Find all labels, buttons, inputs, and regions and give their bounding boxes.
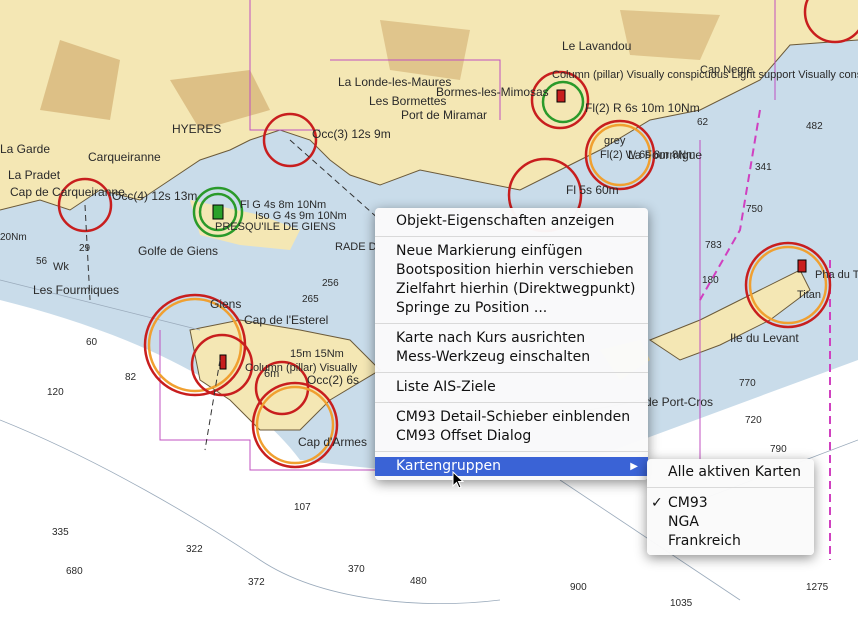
- sounding: 56: [36, 256, 48, 267]
- menu-item-cm93-detail[interactable]: CM93 Detail-Schieber einblenden: [375, 408, 648, 427]
- menu-separator: [375, 402, 648, 403]
- place-label: Pha du T: [815, 269, 858, 281]
- place-label: Golfe de Giens: [138, 244, 218, 258]
- place-label: La Londe-les-Maures: [338, 75, 451, 89]
- submenu-arrow-icon: ▶: [630, 461, 638, 472]
- place-label: Ile du Levant: [730, 331, 799, 345]
- submenu-item-frankreich[interactable]: Frankreich: [647, 532, 814, 551]
- menu-separator: [375, 323, 648, 324]
- sounding: 180: [702, 275, 719, 286]
- sounding: 372: [248, 577, 265, 588]
- light-label: Fl(2) W 6s 8m 8Nm: [600, 149, 695, 161]
- menu-item-move-boat[interactable]: Bootsposition hierhin verschieben: [375, 261, 648, 280]
- checkmark-icon: ✓: [651, 495, 663, 511]
- sounding: 20Nm: [0, 232, 27, 243]
- light-label: Fl(2) R 6s 10m 10Nm: [585, 101, 700, 115]
- sounding: 770: [739, 378, 756, 389]
- light-label: Occ(2) 6s: [307, 373, 359, 387]
- place-label: Cap de l'Esterel: [244, 313, 328, 327]
- context-menu: Objekt-Eigenschaften anzeigen Neue Marki…: [375, 208, 648, 480]
- menu-item-chart-groups-label: Kartengruppen: [396, 458, 502, 474]
- light-label: 6m: [264, 368, 279, 380]
- sounding: 480: [410, 576, 427, 587]
- menu-item-jump-position[interactable]: Springe zu Position ...: [375, 299, 648, 318]
- submenu-item-nga[interactable]: NGA: [647, 513, 814, 532]
- place-label: Le Lavandou: [562, 39, 631, 53]
- sounding: 62: [697, 117, 709, 128]
- sounding: 107: [294, 502, 311, 513]
- place-label: Les Fourmiques: [33, 283, 119, 297]
- sounding: 482: [806, 121, 823, 132]
- place-label: Bormes-les-Mimosas: [436, 85, 549, 99]
- submenu-item-all-charts[interactable]: Alle aktiven Karten: [647, 463, 814, 482]
- place-label: Giens: [210, 297, 241, 311]
- light-label: Fl 5s 60m: [566, 183, 619, 197]
- light-label: Iso G 4s 9m 10Nm: [255, 210, 347, 222]
- place-label: La Garde: [0, 142, 50, 156]
- sounding: 335: [52, 527, 69, 538]
- sounding: 750: [746, 204, 763, 215]
- light-label: Column (pillar) Visually conspicuous Lig…: [552, 69, 858, 81]
- sounding: 82: [125, 372, 137, 383]
- sounding: 322: [186, 544, 203, 555]
- menu-separator: [375, 451, 648, 452]
- menu-item-object-properties[interactable]: Objekt-Eigenschaften anzeigen: [375, 212, 648, 231]
- submenu-item-cm93[interactable]: ✓ CM93: [647, 494, 814, 513]
- place-label: HYERES: [172, 122, 221, 136]
- menu-separator: [647, 487, 814, 488]
- place-label: Cap d'Armes: [298, 435, 367, 449]
- sounding: 256: [322, 278, 339, 289]
- place-label: RADE D: [335, 241, 377, 253]
- mouse-cursor-icon: [452, 471, 464, 489]
- menu-separator: [375, 372, 648, 373]
- place-label: de Port-Cros: [645, 395, 713, 409]
- light-label: grey: [604, 135, 626, 147]
- menu-item-goto-waypoint[interactable]: Zielfahrt hierhin (Direktwegpunkt): [375, 280, 648, 299]
- menu-item-cm93-offset[interactable]: CM93 Offset Dialog: [375, 427, 648, 446]
- menu-item-new-mark[interactable]: Neue Markierung einfügen: [375, 242, 648, 261]
- place-label: Carqueiranne: [88, 150, 161, 164]
- sounding: 29: [79, 243, 91, 254]
- place-label: Cap de Carqueiranne: [10, 185, 125, 199]
- place-label: Port de Miramar: [401, 108, 487, 122]
- menu-separator: [375, 236, 648, 237]
- submenu-item-label: CM93: [668, 495, 708, 511]
- light-label: Occ(3) 12s 9m: [312, 127, 391, 141]
- menu-item-course-up[interactable]: Karte nach Kurs ausrichten: [375, 329, 648, 348]
- light-label: 15m 15Nm: [290, 348, 344, 360]
- sounding: 370: [348, 564, 365, 575]
- sounding: 680: [66, 566, 83, 577]
- menu-item-chart-groups[interactable]: Kartengruppen ▶: [375, 457, 648, 476]
- sounding: 341: [755, 162, 772, 173]
- sounding: 720: [745, 415, 762, 426]
- sounding: 60: [86, 337, 98, 348]
- sounding: 900: [570, 582, 587, 593]
- sounding: 120: [47, 387, 64, 398]
- sounding: 1035: [670, 598, 693, 609]
- place-label: PRESQU'ILE DE GIENS: [215, 221, 336, 233]
- menu-item-measure-tool[interactable]: Mess-Werkzeug einschalten: [375, 348, 648, 367]
- light-label: Occ(4) 12s 13m: [112, 189, 197, 203]
- place-label: Les Bormettes: [369, 94, 446, 108]
- sounding: 783: [705, 240, 722, 251]
- place-label: Titan: [797, 289, 821, 301]
- menu-item-ais-list[interactable]: Liste AIS-Ziele: [375, 378, 648, 397]
- sounding: 790: [770, 444, 787, 455]
- sounding: 265: [302, 294, 319, 305]
- light-label: Column (pillar) Visually: [245, 362, 358, 374]
- place-label: La Pradet: [8, 168, 61, 182]
- chart-groups-submenu: Alle aktiven Karten ✓ CM93 NGA Frankreic…: [647, 459, 814, 555]
- sounding: 1275: [806, 582, 829, 593]
- light-label: Wk: [53, 261, 69, 273]
